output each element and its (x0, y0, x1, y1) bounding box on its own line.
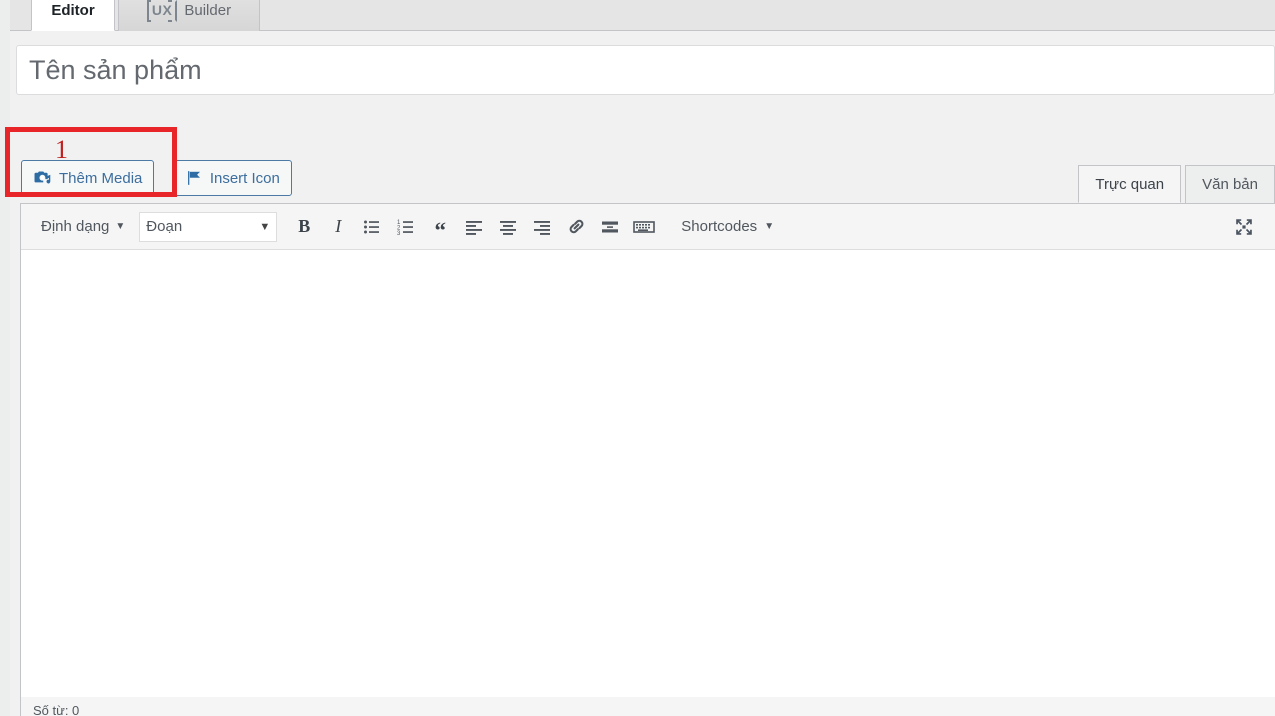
word-count-bar: Số từ: 0 (20, 697, 1275, 716)
editor-content-area[interactable] (21, 250, 1275, 697)
tinymce-editor: Định dạng ▼ Đoạn ▼ B I 1 2 3 “ Shortcode… (20, 203, 1275, 697)
bold-button[interactable]: B (287, 210, 321, 244)
shortcodes-label: Shortcodes (681, 218, 758, 235)
left-gutter (0, 0, 10, 716)
editor-view-tabs: Trực quan Văn bản (1078, 165, 1275, 203)
tab-visual-label: Trực quan (1095, 175, 1165, 193)
svg-text:3: 3 (397, 231, 401, 237)
shortcodes-menu-button[interactable]: Shortcodes ▼ (673, 210, 782, 244)
numbered-list-icon: 1 2 3 (396, 217, 416, 237)
media-buttons-row: Thêm Media Insert Icon (21, 160, 292, 196)
bold-label: B (298, 216, 311, 236)
chevron-down-icon: ▼ (115, 220, 126, 232)
word-count-label: Số từ: 0 (33, 703, 80, 716)
flag-icon (185, 169, 203, 187)
tab-ux-builder-label: Builder (184, 2, 232, 19)
insert-icon-label: Insert Icon (209, 169, 280, 187)
tab-ux-builder[interactable]: UX Builder (118, 0, 260, 31)
align-left-icon (464, 217, 484, 237)
bulleted-list-button[interactable] (355, 210, 389, 244)
insert-link-button[interactable] (559, 210, 593, 244)
add-media-icon (33, 169, 52, 188)
fullscreen-icon (1234, 217, 1254, 237)
insert-icon-button[interactable]: Insert Icon (172, 160, 292, 196)
align-center-button[interactable] (491, 210, 525, 244)
align-center-icon (498, 217, 518, 237)
tab-text[interactable]: Văn bản (1185, 165, 1275, 203)
wordpress-post-editor-page: Editor UX Builder Thêm Media (0, 0, 1275, 716)
bulleted-list-icon (362, 217, 382, 237)
tab-visual[interactable]: Trực quan (1078, 165, 1182, 203)
numbered-list-button[interactable]: 1 2 3 (389, 210, 423, 244)
tab-editor-label: Editor (51, 1, 95, 19)
read-more-button[interactable] (593, 210, 627, 244)
paragraph-format-value: Đoạn (146, 218, 183, 235)
post-title-wrapper (16, 45, 1275, 95)
paragraph-format-select[interactable]: Đoạn ▼ (139, 211, 278, 242)
format-menu-button[interactable]: Định dạng ▼ (33, 210, 133, 244)
italic-label: I (335, 216, 342, 236)
add-media-label: Thêm Media (59, 169, 143, 187)
align-right-icon (532, 217, 552, 237)
fullscreen-button[interactable] (1227, 210, 1261, 244)
link-icon (566, 216, 587, 237)
keyboard-icon (633, 217, 656, 237)
align-right-button[interactable] (525, 210, 559, 244)
italic-button[interactable]: I (321, 210, 355, 244)
add-media-button[interactable]: Thêm Media (21, 160, 155, 196)
chevron-down-icon: ▼ (259, 220, 271, 233)
chevron-down-icon: ▼ (764, 220, 775, 232)
editor-toolbar: Định dạng ▼ Đoạn ▼ B I 1 2 3 “ Shortcode… (21, 204, 1275, 250)
read-more-icon (600, 217, 620, 237)
post-title-input[interactable] (16, 45, 1275, 95)
ux-badge: UX (146, 0, 178, 22)
blockquote-button[interactable]: “ (423, 210, 457, 244)
toolbar-toggle-button[interactable] (627, 210, 661, 244)
format-menu-label: Định dạng (41, 218, 110, 235)
tab-editor[interactable]: Editor (31, 0, 115, 31)
editor-mode-tabstrip: Editor UX Builder (10, 0, 1275, 31)
align-left-button[interactable] (457, 210, 491, 244)
tab-text-label: Văn bản (1202, 176, 1258, 193)
